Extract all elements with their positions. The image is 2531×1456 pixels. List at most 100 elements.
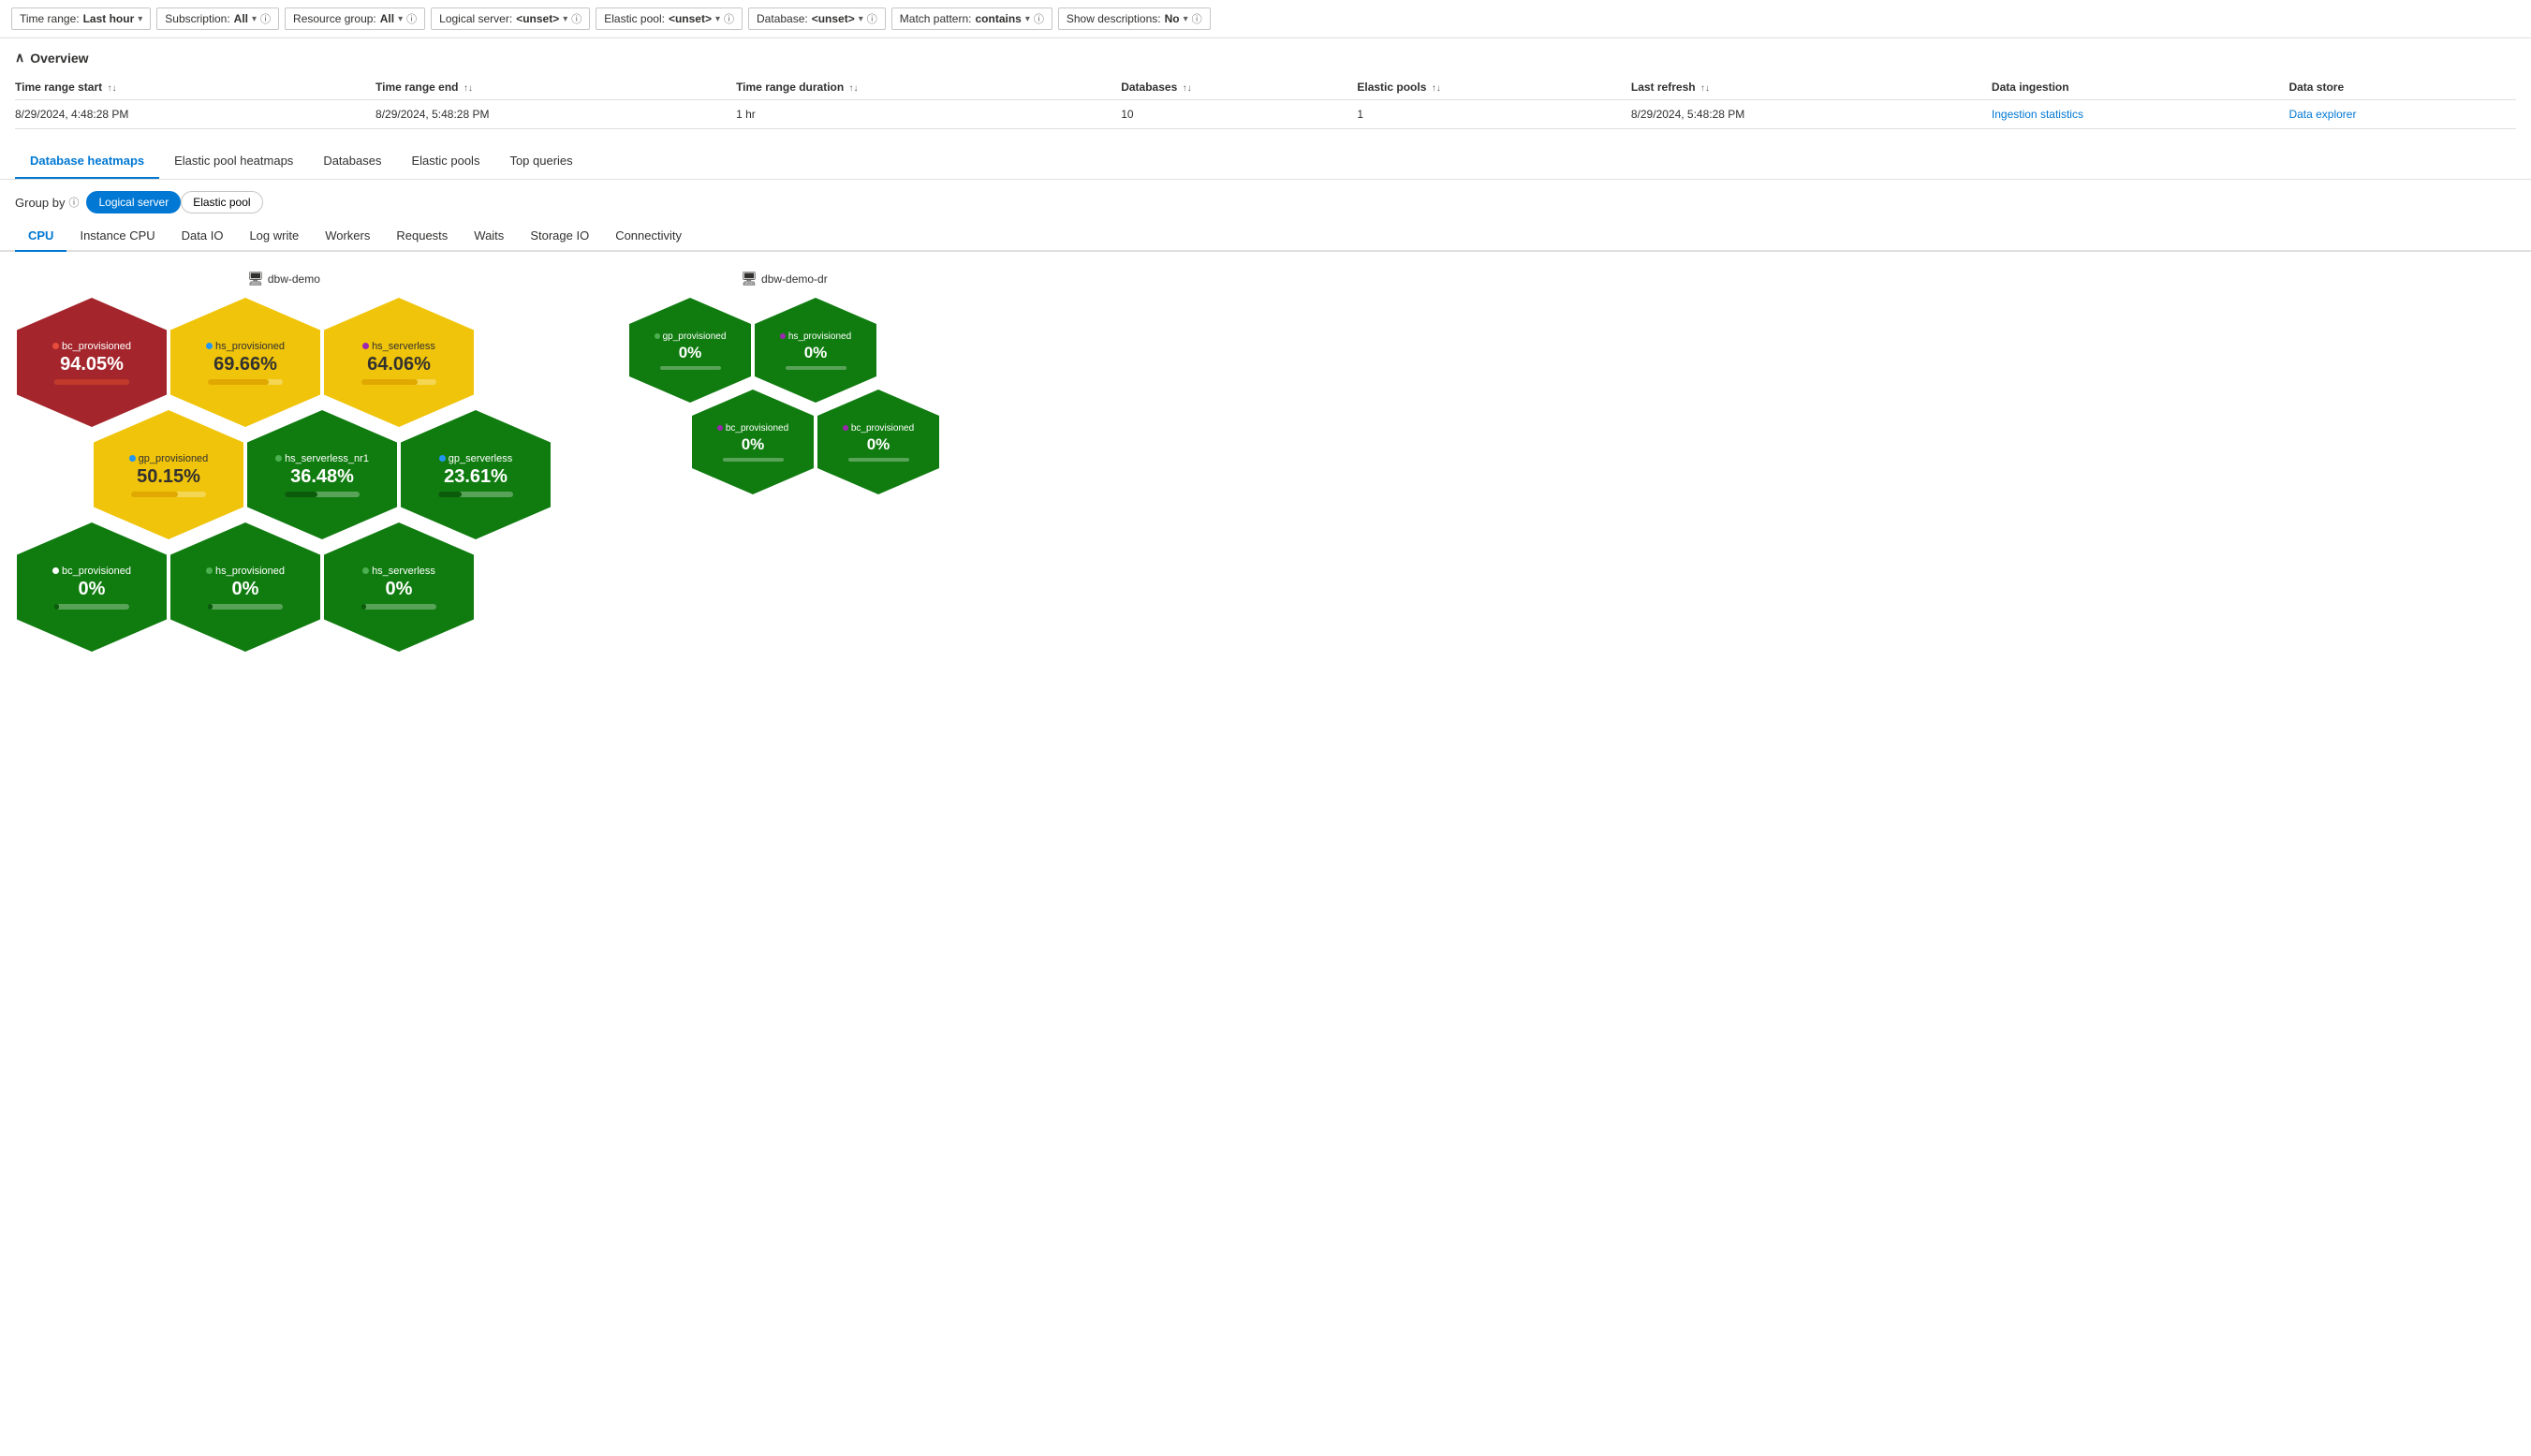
hex-bar: [361, 604, 436, 610]
sub-tab-cpu[interactable]: CPU: [15, 221, 66, 252]
sub-tab-workers[interactable]: Workers: [312, 221, 383, 252]
server-icon: 🖥: [247, 271, 264, 287]
subscription-filter[interactable]: Subscription: All ▾ ⓘ: [156, 7, 279, 30]
hex-db-name: gp_provisioned: [655, 331, 727, 342]
hex-bar: [208, 379, 283, 385]
chevron-down-icon: ▾: [1184, 14, 1188, 24]
main-tab-databases[interactable]: Databases: [308, 144, 396, 179]
hex-wrapper: gp_provisioned 50.15%: [94, 410, 243, 539]
match-pattern-filter[interactable]: Match pattern: contains ▾ ⓘ: [891, 7, 1052, 30]
status-dot: [52, 343, 59, 349]
hex-bar-fill: [361, 379, 418, 385]
hex-cell[interactable]: bc_provisioned 0%: [17, 522, 167, 652]
hex-inner: hs_serverless 64.06%: [324, 337, 474, 389]
sub-tab-data-io[interactable]: Data IO: [169, 221, 237, 252]
hex-cell[interactable]: hs_serverless_nr1 36.48%: [247, 410, 397, 539]
hex-cell[interactable]: bc_provisioned 94.05%: [17, 298, 167, 427]
hex-cell[interactable]: bc_provisioned 0%: [817, 390, 939, 494]
time-range-value: Last hour: [83, 12, 135, 25]
sub-tab-storage-io[interactable]: Storage IO: [517, 221, 602, 252]
hex-cell[interactable]: gp_serverless 23.61%: [401, 410, 551, 539]
subscription-label: Subscription:: [165, 12, 229, 25]
show-descriptions-filter[interactable]: Show descriptions: No ▾ ⓘ: [1058, 7, 1211, 30]
main-tab-elastic-pool-heatmaps[interactable]: Elastic pool heatmaps: [159, 144, 308, 179]
table-row: 8/29/2024, 4:48:28 PM 8/29/2024, 5:48:28…: [15, 100, 2516, 129]
hex-cell[interactable]: hs_serverless 64.06%: [324, 298, 474, 427]
group-by-elastic-pool-button[interactable]: Elastic pool: [181, 191, 262, 213]
hex-inner: bc_provisioned 0%: [17, 562, 167, 613]
chevron-down-icon: ▾: [563, 14, 567, 24]
hex-cell[interactable]: gp_provisioned 50.15%: [94, 410, 243, 539]
cell-last-refresh: 8/29/2024, 5:48:28 PM: [1631, 100, 1992, 129]
hex-bar-fill: [54, 604, 59, 610]
hex-cell[interactable]: hs_provisioned 0%: [755, 298, 876, 403]
show-descriptions-label: Show descriptions:: [1067, 12, 1161, 25]
hex-bar: [54, 379, 129, 385]
overview-header[interactable]: ∧ Overview: [15, 50, 2516, 66]
col-time-start[interactable]: Time range start ↑↓: [15, 75, 375, 100]
group-by-section: Group by ⓘ Logical serverElastic pool: [0, 180, 2531, 221]
elastic-pool-label: Elastic pool:: [604, 12, 665, 25]
info-icon: ⓘ: [1034, 11, 1044, 26]
logical-server-filter[interactable]: Logical server: <unset> ▾ ⓘ: [431, 7, 590, 30]
hex-row: bc_provisioned 0% bc_provisioned 0%: [690, 388, 941, 496]
status-dot: [362, 343, 369, 349]
main-tab-elastic-pools[interactable]: Elastic pools: [396, 144, 494, 179]
col-elastic-pools[interactable]: Elastic pools ↑↓: [1357, 75, 1631, 100]
elastic-pool-filter[interactable]: Elastic pool: <unset> ▾ ⓘ: [596, 7, 743, 30]
database-label: Database:: [757, 12, 808, 25]
hex-db-name: hs_serverless_nr1: [275, 453, 369, 464]
sub-tab-requests[interactable]: Requests: [383, 221, 461, 252]
hex-bar: [131, 492, 206, 497]
hex-cell[interactable]: gp_provisioned 0%: [629, 298, 751, 403]
cell-duration: 1 hr: [736, 100, 1121, 129]
hex-inner: hs_provisioned 69.66%: [170, 337, 320, 389]
group-by-logical-server-button[interactable]: Logical server: [86, 191, 181, 213]
col-time-end[interactable]: Time range end ↑↓: [375, 75, 736, 100]
sub-tab-connectivity[interactable]: Connectivity: [602, 221, 695, 252]
status-dot: [362, 567, 369, 574]
hex-cell[interactable]: bc_provisioned 0%: [692, 390, 814, 494]
info-icon: ⓘ: [1192, 11, 1202, 26]
hex-db-name: hs_provisioned: [206, 341, 285, 352]
cell-data-ingestion[interactable]: Ingestion statistics: [1992, 100, 2289, 129]
col-duration[interactable]: Time range duration ↑↓: [736, 75, 1121, 100]
main-tab-database-heatmaps[interactable]: Database heatmaps: [15, 144, 159, 179]
database-filter[interactable]: Database: <unset> ▾ ⓘ: [748, 7, 886, 30]
ingestion-statistics-link[interactable]: Ingestion statistics: [1992, 108, 2083, 121]
hex-cell[interactable]: hs_serverless 0%: [324, 522, 474, 652]
cell-databases: 10: [1121, 100, 1357, 129]
sub-tab-log-write[interactable]: Log write: [236, 221, 312, 252]
hex-value: 69.66%: [213, 354, 277, 375]
resource-group-filter[interactable]: Resource group: All ▾ ⓘ: [285, 7, 425, 30]
sub-tab-waits[interactable]: Waits: [461, 221, 517, 252]
col-data-store: Data store: [2288, 75, 2516, 100]
col-last-refresh[interactable]: Last refresh ↑↓: [1631, 75, 1992, 100]
cell-data-store[interactable]: Data explorer: [2288, 100, 2516, 129]
hex-wrapper: hs_provisioned 0%: [170, 522, 320, 652]
col-databases[interactable]: Databases ↑↓: [1121, 75, 1357, 100]
hex-inner: gp_provisioned 50.15%: [94, 449, 243, 501]
match-pattern-label: Match pattern:: [900, 12, 972, 25]
hex-db-name: hs_serverless: [362, 341, 435, 352]
hex-cell[interactable]: hs_provisioned 0%: [170, 522, 320, 652]
cluster-label: 🖥 dbw-demo-dr: [741, 271, 827, 287]
sub-tab-instance-cpu[interactable]: Instance CPU: [66, 221, 168, 252]
chevron-down-icon: ▾: [138, 14, 142, 24]
status-dot: [655, 333, 660, 339]
hex-db-name: hs_serverless: [362, 566, 435, 577]
hex-value: 0%: [679, 344, 702, 362]
time-range-label: Time range:: [20, 12, 80, 25]
hex-bar-fill: [208, 604, 213, 610]
hex-bar: [848, 458, 909, 462]
filter-bar: Time range: Last hour ▾ Subscription: Al…: [0, 0, 2531, 38]
hex-bar-fill: [208, 379, 269, 385]
hex-bar: [723, 458, 784, 462]
main-tab-top-queries[interactable]: Top queries: [494, 144, 587, 179]
hex-cell[interactable]: hs_provisioned 69.66%: [170, 298, 320, 427]
hex-wrapper: hs_serverless 64.06%: [324, 298, 474, 427]
time-range-filter[interactable]: Time range: Last hour ▾: [11, 7, 151, 30]
show-descriptions-value: No: [1165, 12, 1180, 25]
data-explorer-link[interactable]: Data explorer: [2288, 108, 2356, 121]
hex-bar: [208, 604, 283, 610]
